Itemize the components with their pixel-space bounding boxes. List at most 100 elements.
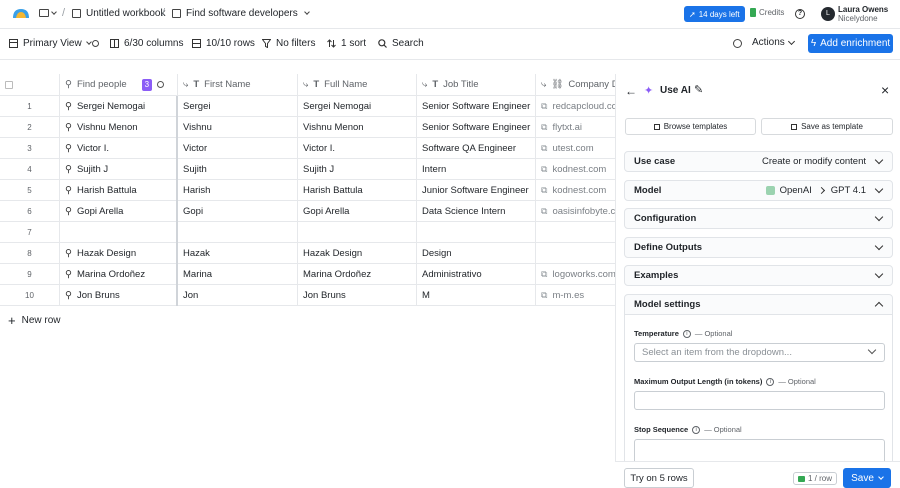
chevron-down-icon[interactable]: [51, 9, 57, 15]
cell-find-people[interactable]: ⚲ Victor I.: [60, 138, 178, 159]
cell-full-name[interactable]: Marina Ordoñez: [298, 264, 417, 285]
cell-full-name[interactable]: Harish Battula: [298, 180, 417, 201]
cell-full-name[interactable]: Sergei Nemogai: [298, 96, 417, 117]
cell-find-people[interactable]: [60, 222, 178, 243]
table-row[interactable]: 5 ⚲ Harish Battula Harish Harish Battula Juni…: [0, 180, 615, 201]
cell-company-domain[interactable]: ⧉ flytxt.ai: [536, 117, 615, 138]
cell-find-people[interactable]: ⚲ Gopi Arella: [60, 201, 178, 222]
search-button[interactable]: Search: [378, 38, 424, 49]
app-logo-icon[interactable]: [12, 7, 30, 19]
cell-company-domain[interactable]: [536, 222, 615, 243]
model-select[interactable]: OpenAI GPT 4.1: [765, 184, 884, 196]
row-number[interactable]: 3: [0, 138, 60, 159]
select-all-checkbox[interactable]: [5, 80, 13, 89]
row-number[interactable]: 4: [0, 159, 60, 180]
cell-find-people[interactable]: ⚲ Jon Bruns: [60, 285, 178, 306]
avatar[interactable]: L: [821, 7, 835, 21]
row-number[interactable]: 5: [0, 180, 60, 201]
actions-dropdown[interactable]: Actions: [752, 37, 795, 48]
table-row[interactable]: 2 ⚲ Vishnu Menon Vishnu Vishnu Menon Senior S…: [0, 117, 615, 138]
column-header-find-people[interactable]: ⚲ Find people 3: [60, 74, 178, 96]
cell-full-name[interactable]: Hazak Design: [298, 243, 417, 264]
use-case-section[interactable]: Use case Create or modify content: [624, 151, 893, 172]
cell-job-title[interactable]: [417, 222, 536, 243]
cell-full-name[interactable]: Sujith J: [298, 159, 417, 180]
cell-first-name[interactable]: Harish: [178, 180, 298, 201]
cell-find-people[interactable]: ⚲ Harish Battula: [60, 180, 178, 201]
settings-icon[interactable]: [157, 81, 165, 88]
cell-job-title[interactable]: Administrativo: [417, 264, 536, 285]
table-row[interactable]: 8 ⚲ Hazak Design Hazak Hazak Design Design: [0, 243, 615, 264]
view-selector[interactable]: Primary View: [9, 38, 92, 49]
cell-full-name[interactable]: Gopi Arella: [298, 201, 417, 222]
edit-icon[interactable]: ✎: [694, 83, 703, 96]
cell-first-name[interactable]: Marina: [178, 264, 298, 285]
define-outputs-section[interactable]: Define Outputs: [624, 237, 893, 258]
cell-first-name[interactable]: Victor: [178, 138, 298, 159]
cell-full-name[interactable]: Vishnu Menon: [298, 117, 417, 138]
close-icon[interactable]: ×: [881, 82, 889, 98]
table-row[interactable]: 6 ⚲ Gopi Arella Gopi Gopi Arella Data Science…: [0, 201, 615, 222]
row-number[interactable]: 10: [0, 285, 60, 306]
cell-company-domain[interactable]: ⧉ kodnest.com: [536, 159, 615, 180]
configuration-section[interactable]: Configuration: [624, 208, 893, 229]
save-button[interactable]: Save: [843, 468, 891, 488]
settings-icon[interactable]: [92, 40, 99, 47]
cell-find-people[interactable]: ⚲ Sujith J: [60, 159, 178, 180]
info-icon[interactable]: i: [766, 377, 775, 386]
cell-full-name[interactable]: Jon Bruns: [298, 285, 417, 306]
use-case-select[interactable]: Create or modify content: [762, 155, 884, 167]
cell-find-people[interactable]: ⚲ Vishnu Menon: [60, 117, 178, 138]
column-header-first-name[interactable]: ⤷ T First Name: [178, 74, 298, 96]
breadcrumb-workbook[interactable]: Untitled workbook: [72, 8, 165, 19]
help-icon[interactable]: ?: [795, 9, 805, 19]
cell-job-title[interactable]: Junior Software Engineer: [417, 180, 536, 201]
column-header-full-name[interactable]: ⤷ T Full Name: [298, 74, 417, 96]
model-section[interactable]: Model OpenAI GPT 4.1: [624, 180, 893, 201]
cell-find-people[interactable]: ⚲ Sergei Nemogai: [60, 96, 178, 117]
add-enrichment-button[interactable]: ϟ Add enrichment: [808, 34, 893, 53]
cell-first-name[interactable]: Jon: [178, 285, 298, 306]
browse-templates-button[interactable]: Browse templates: [625, 118, 756, 135]
row-number[interactable]: 9: [0, 264, 60, 285]
breadcrumb-table[interactable]: Find software developers: [172, 8, 310, 19]
row-number[interactable]: 2: [0, 117, 60, 138]
examples-section[interactable]: Examples: [624, 265, 893, 286]
table-row[interactable]: 10 ⚲ Jon Bruns Jon Jon Bruns M ⧉ m-m.es: [0, 285, 615, 306]
cell-job-title[interactable]: Intern: [417, 159, 536, 180]
filter-button[interactable]: No filters: [262, 38, 315, 49]
cell-company-domain[interactable]: ⧉ logoworks.com: [536, 264, 615, 285]
cell-full-name[interactable]: Victor I.: [298, 138, 417, 159]
row-number-header[interactable]: [0, 74, 60, 96]
info-icon[interactable]: i: [692, 425, 701, 434]
folder-icon[interactable]: [39, 9, 49, 17]
row-number[interactable]: 1: [0, 96, 60, 117]
row-number[interactable]: 8: [0, 243, 60, 264]
cell-company-domain[interactable]: ⧉ redcapcloud.com: [536, 96, 615, 117]
cell-first-name[interactable]: Hazak: [178, 243, 298, 264]
cell-company-domain[interactable]: ⧉ oasisinfobyte.com: [536, 201, 615, 222]
max-length-input[interactable]: [634, 391, 885, 410]
theme-settings-icon[interactable]: [733, 39, 742, 48]
table-row[interactable]: 4 ⚲ Sujith J Sujith Sujith J Intern ⧉ kodnest.c…: [0, 159, 615, 180]
user-info[interactable]: Laura Owens Nicelydone: [838, 5, 888, 23]
temperature-select[interactable]: Select an item from the dropdown...: [634, 343, 885, 362]
cell-find-people[interactable]: ⚲ Marina Ordoñez: [60, 264, 178, 285]
credits-button[interactable]: Credits: [750, 8, 784, 17]
table-row[interactable]: 3 ⚲ Victor I. Victor Victor I. Software QA En…: [0, 138, 615, 159]
cell-full-name[interactable]: [298, 222, 417, 243]
cell-first-name[interactable]: Gopi: [178, 201, 298, 222]
cell-job-title[interactable]: Software QA Engineer: [417, 138, 536, 159]
row-number[interactable]: 7: [0, 222, 60, 243]
table-row[interactable]: 9 ⚲ Marina Ordoñez Marina Marina Ordoñez Admi…: [0, 264, 615, 285]
cell-first-name[interactable]: Sujith: [178, 159, 298, 180]
columns-button[interactable]: 6/30 columns: [110, 38, 183, 49]
trial-badge[interactable]: ➚ 14 days left: [684, 6, 745, 22]
cell-find-people[interactable]: ⚲ Hazak Design: [60, 243, 178, 264]
column-header-job-title[interactable]: ⤷ T Job Title: [417, 74, 536, 96]
cell-company-domain[interactable]: [536, 243, 615, 264]
new-row-button[interactable]: + New row: [8, 313, 61, 328]
cell-first-name[interactable]: Vishnu: [178, 117, 298, 138]
column-header-company-domain[interactable]: ⤷ ⛓ Company Do: [536, 74, 615, 96]
cell-job-title[interactable]: Senior Software Engineer: [417, 117, 536, 138]
